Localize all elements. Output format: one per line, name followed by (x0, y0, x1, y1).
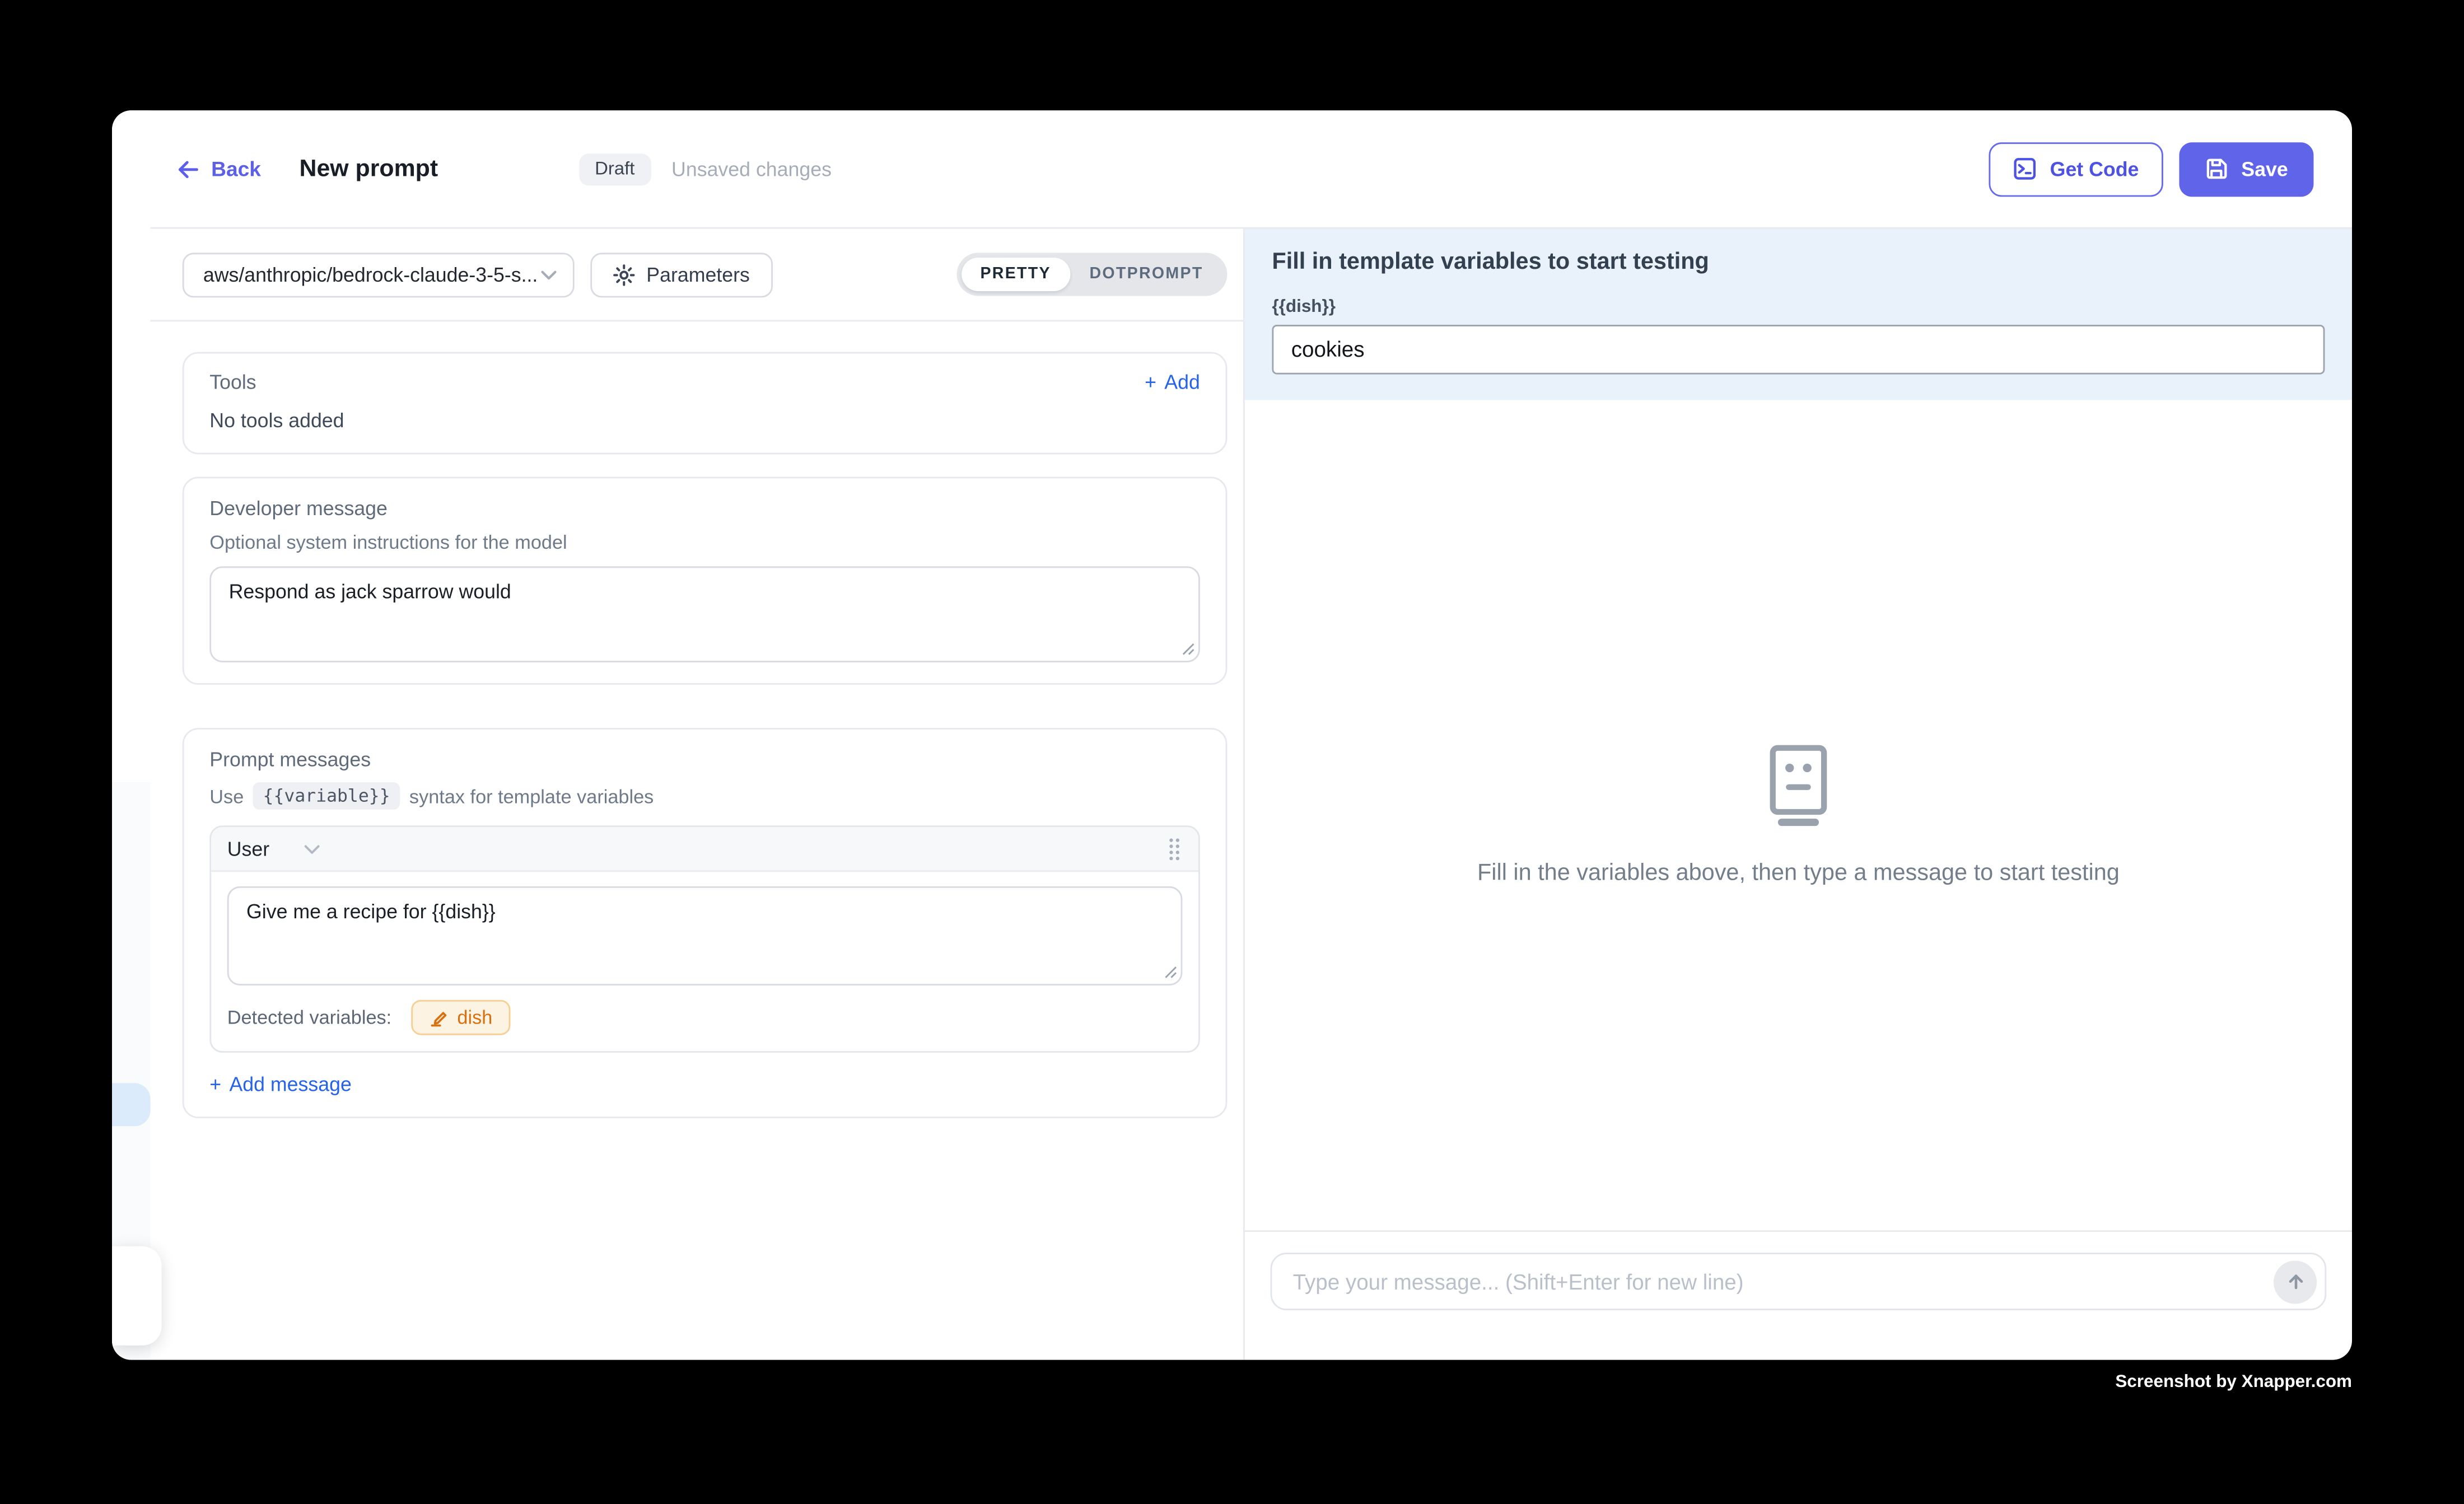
test-panel: Fill in template variables to start test… (1245, 229, 2352, 1360)
plus-icon: + (209, 1073, 221, 1096)
variable-value-input[interactable] (1272, 325, 2325, 375)
gear-icon (613, 263, 635, 286)
drag-handle-icon[interactable] (1166, 836, 1183, 862)
prompt-messages-section: Prompt messages Use {{variable}} syntax … (183, 728, 1228, 1118)
arrow-up-icon (2284, 1271, 2307, 1293)
tools-title: Tools (209, 371, 256, 394)
main-content: aws/anthropic/bedrock-claude-3-5-s... (112, 229, 2352, 1360)
hint-prefix: Use (209, 784, 244, 807)
header-bar: Back New prompt Draft Unsaved changes Ge… (112, 110, 2352, 228)
back-label: Back (211, 157, 261, 181)
developer-message-section: Developer message Optional system instru… (183, 477, 1228, 684)
pencil-icon (428, 1008, 447, 1027)
format-toggle: PRETTY DOTPROMPT (956, 253, 1228, 296)
prompt-messages-title: Prompt messages (209, 749, 1200, 771)
chat-input-container (1271, 1253, 2327, 1310)
developer-message-subtitle: Optional system instructions for the mod… (209, 531, 1200, 554)
chevron-down-icon (541, 269, 557, 279)
role-select[interactable]: User (227, 838, 321, 860)
model-select[interactable]: aws/anthropic/bedrock-claude-3-5-s... (183, 252, 575, 297)
variable-chip-label: dish (457, 1006, 492, 1029)
message-input[interactable]: Give me a recipe for {{dish}} (227, 886, 1183, 985)
chat-message-input[interactable] (1293, 1269, 2274, 1293)
back-arrow-icon (176, 159, 200, 178)
save-floppy-icon (2205, 157, 2229, 181)
add-message-label: Add message (229, 1073, 351, 1096)
variable-name-label: {{dish}} (1272, 297, 2325, 316)
template-variables-section: Fill in template variables to start test… (1245, 229, 2352, 400)
chevron-down-icon (305, 844, 321, 853)
detected-variables-row: Detected variables: dis (227, 1000, 1183, 1035)
message-header: User (211, 827, 1198, 872)
model-select-value: aws/anthropic/bedrock-claude-3-5-s... (203, 263, 538, 286)
detected-variables-label: Detected variables: (227, 1006, 392, 1029)
prompt-editor-panel: aws/anthropic/bedrock-claude-3-5-s... (112, 229, 1245, 1360)
clipped-sidebar-strip (112, 110, 151, 1360)
app-window: Back New prompt Draft Unsaved changes Ge… (112, 110, 2352, 1360)
send-button[interactable] (2274, 1260, 2317, 1303)
tools-empty-text: No tools added (209, 409, 1200, 432)
parameters-label: Parameters (646, 263, 750, 286)
unsaved-changes-label: Unsaved changes (671, 157, 832, 180)
variable-chip-dish[interactable]: dish (411, 1000, 510, 1035)
chat-empty-area: Fill in the variables above, then type a… (1245, 400, 2352, 1230)
status-badge: Draft (579, 153, 651, 185)
robot-face-icon (1762, 744, 1835, 828)
get-code-label: Get Code (2050, 157, 2139, 180)
watermark-text: Screenshot by Xnapper.com (2115, 1372, 2352, 1391)
screenshot-stage: Back New prompt Draft Unsaved changes Ge… (0, 0, 2464, 1504)
model-toolbar: aws/anthropic/bedrock-claude-3-5-s... (112, 229, 1243, 322)
message-body: Give me a recipe for {{dish}} Detected v… (211, 872, 1198, 1051)
hint-suffix: syntax for template variables (409, 784, 654, 807)
variable-syntax-hint: Use {{variable}} syntax for template var… (209, 782, 1200, 810)
toggle-pretty[interactable]: PRETTY (961, 258, 1070, 291)
parameters-button[interactable]: Parameters (590, 252, 772, 297)
add-tool-button[interactable]: + Add (1145, 371, 1200, 394)
chat-input-bar (1245, 1230, 2352, 1360)
back-button[interactable]: Back (176, 157, 261, 181)
chat-empty-text: Fill in the variables above, then type a… (1477, 861, 2120, 886)
add-tool-label: Add (1164, 371, 1200, 394)
page-title: New prompt (300, 155, 438, 183)
message-block: User (209, 825, 1200, 1053)
header-actions: Get Code Save (1989, 142, 2313, 196)
terminal-icon (2013, 157, 2037, 181)
save-button[interactable]: Save (2179, 142, 2314, 196)
clipped-sidebar-selected-item (112, 1083, 151, 1126)
developer-message-title: Developer message (209, 498, 1200, 520)
variable-syntax-chip: {{variable}} (253, 782, 399, 810)
editor-scroll-area: Tools + Add No tools added Developer mes… (112, 321, 1243, 1360)
add-message-button[interactable]: + Add message (209, 1073, 352, 1096)
developer-message-input[interactable]: Respond as jack sparrow would (209, 566, 1200, 662)
clipped-floating-box (112, 1246, 162, 1346)
save-label: Save (2241, 157, 2288, 180)
toggle-dotprompt[interactable]: DOTPROMPT (1070, 258, 1222, 291)
tools-section: Tools + Add No tools added (183, 352, 1228, 455)
role-value: User (227, 838, 269, 860)
plus-icon: + (1145, 371, 1156, 394)
get-code-button[interactable]: Get Code (1989, 142, 2163, 196)
template-variables-title: Fill in template variables to start test… (1272, 250, 2325, 275)
